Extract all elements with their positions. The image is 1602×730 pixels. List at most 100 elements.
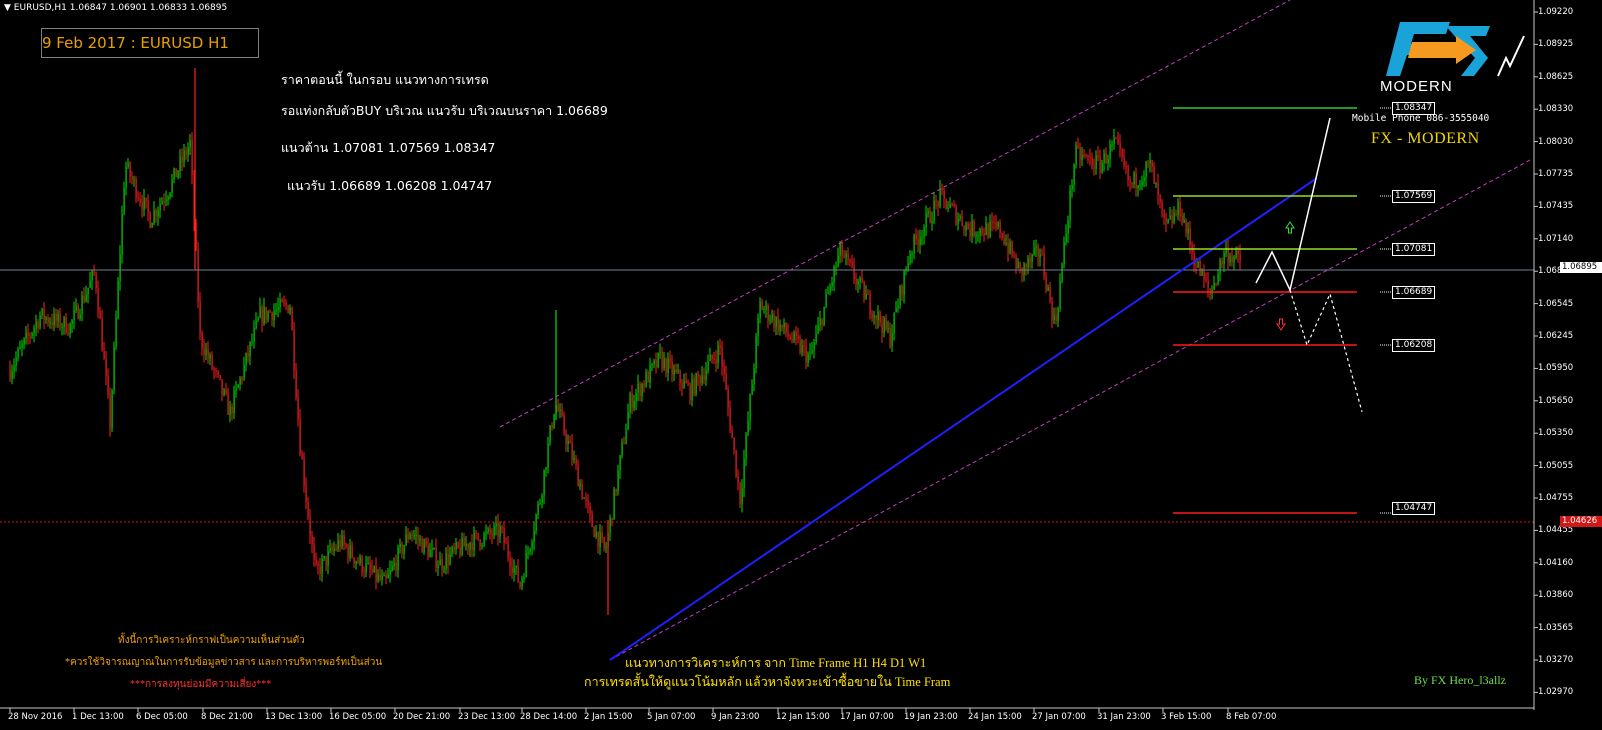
time-tick-label: 6 Dec 05:00 xyxy=(136,712,188,722)
candle-body xyxy=(667,358,669,374)
candle-body xyxy=(731,429,733,438)
candle-body xyxy=(271,312,273,321)
candle-body xyxy=(1229,256,1231,263)
candle-body xyxy=(361,556,363,573)
alert-price-tag: 1.04626 xyxy=(1560,516,1602,527)
candle-body xyxy=(277,306,279,310)
candle-body xyxy=(677,370,679,372)
candle-body xyxy=(671,361,673,375)
candle-body xyxy=(663,358,665,369)
collapse-arrow-icon[interactable]: ▼ xyxy=(4,3,14,13)
candle-body xyxy=(643,383,645,387)
candle-body xyxy=(749,394,751,421)
time-tick-label: 20 Dec 21:00 xyxy=(393,712,451,722)
candle-body xyxy=(421,538,423,553)
candle-body xyxy=(443,568,445,570)
candle-body xyxy=(497,523,499,537)
svg-text:MODERN: MODERN xyxy=(1380,78,1453,94)
candle-body xyxy=(355,561,357,564)
candle-body xyxy=(9,369,11,380)
candle-body xyxy=(641,383,643,397)
time-tick-label: 1 Dec 13:00 xyxy=(72,712,124,722)
candle-body xyxy=(689,384,691,401)
candle-body xyxy=(147,201,149,213)
time-tick-label: 12 Jan 15:00 xyxy=(776,712,830,722)
candle-body xyxy=(511,566,513,573)
candle-body xyxy=(623,442,625,444)
candle-body xyxy=(685,380,687,384)
candle-body xyxy=(517,565,519,583)
candle-body xyxy=(763,309,765,311)
candle-body xyxy=(255,320,257,328)
candle-body xyxy=(661,351,663,369)
candle-body xyxy=(131,176,133,180)
candle-body xyxy=(281,299,283,302)
candle-body xyxy=(943,190,945,199)
candle-body xyxy=(591,513,593,527)
candle-body xyxy=(501,526,503,529)
candle-body xyxy=(1217,273,1219,284)
candle-body xyxy=(851,261,853,266)
level-label-s1: 1.06689 xyxy=(1392,286,1436,299)
candle-body xyxy=(791,339,793,341)
candle-body xyxy=(529,548,531,552)
candle-body xyxy=(883,317,885,334)
candle-body xyxy=(715,359,717,364)
candle-body xyxy=(875,315,877,320)
candle-body xyxy=(153,210,155,224)
candle-body xyxy=(1107,158,1109,164)
candle-body xyxy=(879,312,881,324)
candle-body xyxy=(679,370,681,383)
candle-body xyxy=(801,345,803,353)
candle-body xyxy=(329,547,331,552)
candle-body xyxy=(1015,256,1017,269)
candle-body xyxy=(613,488,615,520)
price-tick-label: 1.05650 xyxy=(1538,395,1574,406)
candle-body xyxy=(39,315,41,328)
candle-body xyxy=(207,349,209,359)
candle-body xyxy=(601,532,603,538)
candle-body xyxy=(231,406,233,414)
candle-body xyxy=(103,350,105,360)
candle-body xyxy=(447,553,449,565)
candle-body xyxy=(163,201,165,203)
candle-body xyxy=(627,412,629,430)
candle-body xyxy=(123,187,125,215)
candle-body xyxy=(545,467,547,470)
candle-body xyxy=(761,301,763,310)
candle-body xyxy=(983,233,985,236)
time-tick-label: 3 Feb 15:00 xyxy=(1161,712,1212,722)
price-tick-label: 1.03860 xyxy=(1538,590,1574,601)
candle-body xyxy=(11,371,13,380)
candle-body xyxy=(959,216,961,219)
candle-body xyxy=(1227,247,1229,263)
candle-body xyxy=(955,206,957,224)
candle-body xyxy=(1073,165,1075,186)
time-tick-label: 28 Nov 2016 xyxy=(8,712,63,722)
candle-body xyxy=(409,534,411,540)
time-tick-label: 16 Dec 05:00 xyxy=(329,712,387,722)
commentary-line: แนวต้าน 1.07081 1.07569 1.08347 xyxy=(281,140,496,155)
candle-body xyxy=(135,179,137,198)
candle-body xyxy=(579,484,581,487)
annotation-line: แนวทางการวิเคราะห์การ จาก Time Frame H1 … xyxy=(625,656,927,670)
candle-body xyxy=(167,196,169,200)
candle-body xyxy=(369,563,371,570)
candle-body xyxy=(881,323,883,334)
candle-body xyxy=(803,345,805,347)
price-tick-label: 1.04755 xyxy=(1538,493,1574,503)
candle-body xyxy=(527,551,529,554)
candle-body xyxy=(175,168,177,178)
price-chart[interactable] xyxy=(0,0,1602,730)
candle-body xyxy=(1169,215,1171,220)
candle-body xyxy=(891,333,893,347)
candle-body xyxy=(1051,300,1053,321)
candle-body xyxy=(885,317,887,330)
candle-body xyxy=(953,204,955,207)
candle-body xyxy=(407,534,409,540)
candle-body xyxy=(951,204,953,206)
candle-body xyxy=(105,359,107,376)
candle-body xyxy=(1213,283,1215,291)
candle-body xyxy=(1203,270,1205,280)
candle-body xyxy=(273,311,275,321)
